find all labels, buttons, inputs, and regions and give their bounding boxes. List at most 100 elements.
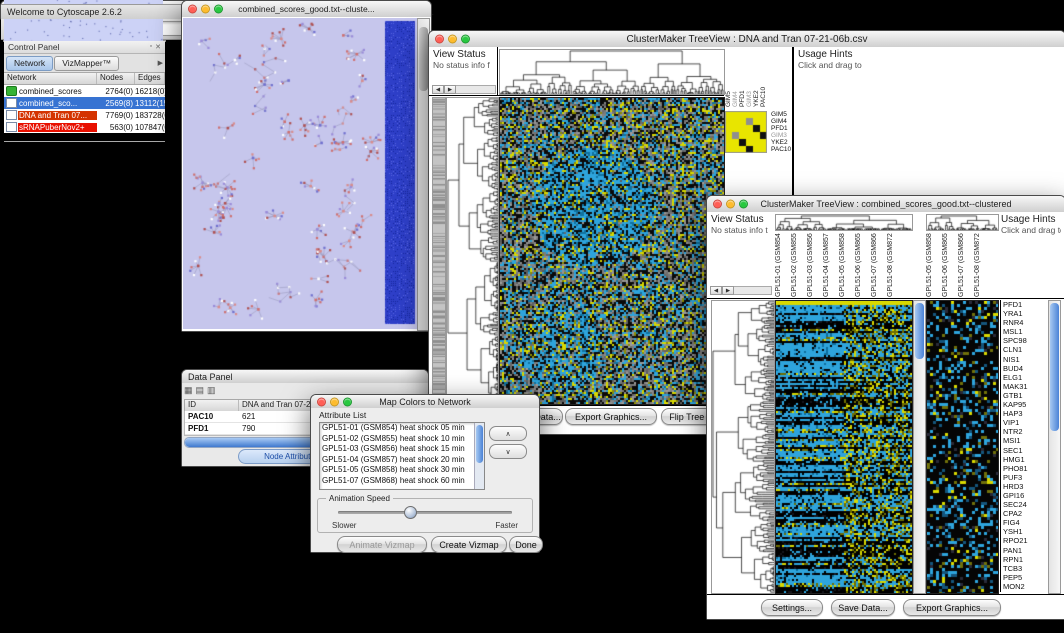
column-label: GPL51-03 (GSM856 (807, 230, 823, 297)
zoom-button[interactable] (214, 5, 223, 14)
matrix-row-label: GIM5 (771, 111, 791, 118)
expression-heatmap[interactable] (499, 97, 725, 405)
tab-overflow-icon[interactable]: ▶ (158, 59, 163, 67)
gene-tree-scrollbar[interactable] (432, 97, 446, 405)
gene-label: VIP1 (1003, 418, 1049, 427)
network-list-row[interactable]: combined_sco...2569(8)13112(15) (4, 97, 165, 109)
scroll-track[interactable] (456, 85, 496, 94)
close-panel-icon[interactable]: ✕ (155, 43, 161, 51)
move-up-button[interactable]: ∧ (489, 426, 527, 441)
column-label: GPL51-04 (GSM857 (823, 230, 839, 297)
dialog-titlebar[interactable]: Map Colors to Network (311, 395, 539, 409)
minimize-button[interactable] (726, 200, 735, 209)
zoom-button[interactable] (461, 35, 470, 44)
close-button[interactable] (188, 5, 197, 14)
settings-button[interactable]: Settings... (761, 599, 823, 616)
gene-label: MSL1 (1003, 327, 1049, 336)
network-graph-canvas[interactable] (183, 18, 418, 329)
speed-slider-thumb[interactable] (404, 506, 417, 519)
minimize-button[interactable] (201, 5, 210, 14)
column-dendrogram[interactable] (499, 49, 725, 95)
column-label: GPL51-01 (GSM854 (775, 230, 791, 297)
expression-heatmap[interactable] (775, 300, 913, 594)
export-graphics-button[interactable]: Export Graphics... (903, 599, 1001, 616)
gene-dendrogram[interactable] (711, 300, 775, 594)
treeview-combined-titlebar[interactable]: ClusterMaker TreeView : combined_scores_… (707, 196, 1064, 213)
heatmap-vertical-scrollbar[interactable] (913, 300, 926, 594)
attribute-list-item[interactable]: GPL51-02 (GSM855) heat shock 10 min (320, 434, 475, 445)
correlation-matrix[interactable] (725, 111, 767, 153)
view-status-title: View Status (433, 49, 495, 60)
treeview-dna-titlebar[interactable]: ClusterMaker TreeView : DNA and Tran 07-… (429, 31, 1064, 48)
gene-label: HRD3 (1003, 482, 1049, 491)
control-panel-header: Control Panel ▫ ✕ (4, 41, 165, 54)
scroll-right-icon[interactable]: ▶ (444, 85, 456, 94)
export-graphics-button[interactable]: Export Graphics... (565, 408, 657, 425)
attribute-list-item[interactable]: GPL51-07 (GSM868) heat shock 60 min (320, 476, 475, 487)
list-scrollbar[interactable] (474, 423, 484, 489)
zoom-button[interactable] (343, 397, 352, 406)
view-status-text: No status info t (711, 225, 771, 236)
attribute-list-item[interactable]: GPL51-05 (GSM858) heat shock 30 min (320, 465, 475, 476)
usage-hints-block: Usage Hints Click and drag to (1001, 214, 1061, 236)
scrollbar-thumb[interactable] (1050, 303, 1059, 431)
scroll-track[interactable] (734, 286, 772, 295)
network-list-row[interactable]: combined_scores2764(0)16218(0) (4, 85, 165, 97)
speed-slider-track[interactable] (338, 511, 512, 514)
zoom-button[interactable] (739, 200, 748, 209)
scroll-right-icon[interactable]: ▶ (722, 286, 734, 295)
attribute-select-icon[interactable]: ▦ (184, 385, 193, 396)
faster-label: Faster (495, 521, 518, 530)
scrollbar-thumb[interactable] (419, 27, 428, 91)
minimize-button[interactable] (330, 397, 339, 406)
save-data-button[interactable]: Save Data... (831, 599, 895, 616)
mini-scrollbar[interactable]: ◀ ▶ (710, 286, 772, 295)
minimize-button[interactable] (448, 35, 457, 44)
animation-speed-group: Animation Speed Slower Faster (317, 498, 533, 533)
mini-scrollbar[interactable]: ◀ ▶ (432, 85, 496, 94)
move-down-button[interactable]: ∨ (489, 444, 527, 459)
attribute-list-item[interactable]: GPL51-03 (GSM856) heat shock 15 min (320, 444, 475, 455)
close-button[interactable] (713, 200, 722, 209)
gene-label: NTR2 (1003, 427, 1049, 436)
tab-vizmapper[interactable]: VizMapper™ (54, 56, 119, 71)
usage-hints-text: Click and drag to (1001, 225, 1061, 236)
attribute-list-item[interactable]: GPL51-01 (GSM854) heat shock 05 min (320, 423, 475, 434)
attribute-create-icon[interactable]: ▤ (196, 385, 205, 396)
scrollbar-thumb[interactable] (915, 303, 924, 359)
gene-label: RPO21 (1003, 536, 1049, 545)
gene-list-scrollbar[interactable] (1048, 300, 1061, 594)
network-list-row[interactable]: sRNAPuberNov2+563(0)107847(0) (4, 121, 165, 133)
dialog-body: Attribute List GPL51-01 (GSM854) heat sh… (311, 408, 539, 552)
gene-label: GPI16 (1003, 491, 1049, 500)
gene-label: PAN1 (1003, 546, 1049, 555)
network-list: combined_scores2764(0)16218(0)combined_s… (4, 85, 165, 133)
column-dendrogram[interactable] (775, 214, 913, 231)
attribute-delete-icon[interactable]: ▥ (207, 385, 216, 396)
data-panel-titlebar[interactable]: Data Panel (182, 370, 428, 384)
attribute-listbox[interactable]: GPL51-01 (GSM854) heat shock 05 minGPL51… (319, 422, 485, 490)
secondary-heatmap[interactable] (926, 300, 999, 594)
scrollbar-thumb[interactable] (476, 425, 483, 463)
close-button[interactable] (435, 35, 444, 44)
done-button[interactable]: Done (509, 536, 543, 553)
column-label: GPL51-08 (GSM872 (887, 230, 903, 297)
animate-vizmap-button[interactable]: Animate Vizmap (337, 536, 427, 553)
usage-hints-text: Click and drag to (798, 60, 916, 71)
attribute-list-item[interactable]: GPL51-04 (GSM857) heat shock 20 min (320, 455, 475, 466)
scroll-left-icon[interactable]: ◀ (710, 286, 722, 295)
column-label: GPL51-06 (GSM865 (855, 230, 871, 297)
scroll-left-icon[interactable]: ◀ (432, 85, 444, 94)
document-icon (6, 122, 17, 132)
column-label: GPL51-02 (GSM855 (791, 230, 807, 297)
float-panel-icon[interactable]: ▫ (150, 43, 152, 51)
network-view-titlebar[interactable]: combined_scores_good.txt--cluste... (182, 1, 431, 18)
network-list-row[interactable]: DNA and Tran 07...7769(0)183728(0) (4, 109, 165, 121)
network-table-header: Network Nodes Edges (4, 73, 165, 85)
create-vizmap-button[interactable]: Create Vizmap (431, 536, 507, 553)
close-button[interactable] (317, 397, 326, 406)
view-status-block: View Status No status info f (433, 49, 495, 71)
column-dendrogram[interactable] (926, 214, 999, 231)
gene-dendrogram[interactable] (446, 97, 499, 405)
tab-network[interactable]: Network (6, 56, 53, 71)
